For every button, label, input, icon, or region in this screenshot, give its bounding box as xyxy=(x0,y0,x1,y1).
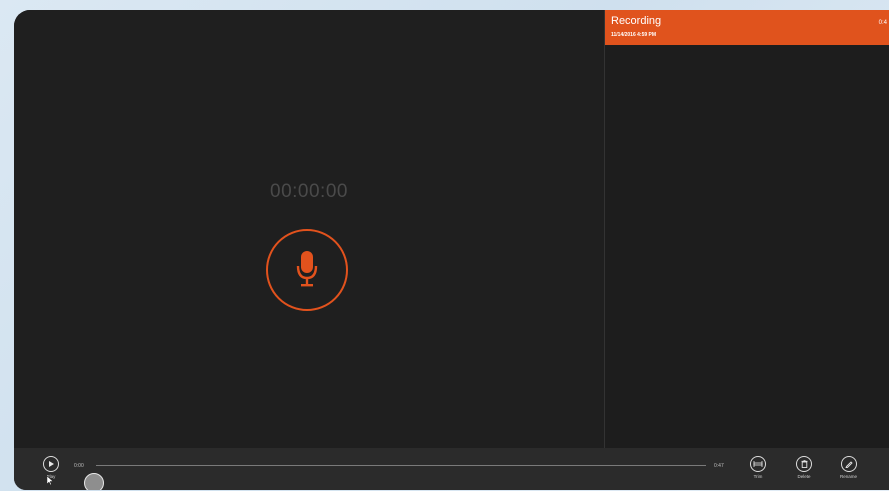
rename-button[interactable]: Rename xyxy=(840,456,857,479)
recording-timer: 00:00:00 xyxy=(270,181,348,202)
recording-duration: 0:4 xyxy=(878,20,887,26)
rename-icon xyxy=(840,456,857,472)
recording-date: 11/14/2016 4:59 PM xyxy=(611,32,657,38)
trim-icon xyxy=(750,456,766,472)
trim-button[interactable]: Trim xyxy=(750,456,766,479)
recording-list-item[interactable]: Recording 11/14/2016 4:59 PM 0:4 xyxy=(605,10,889,45)
recording-title: Recording xyxy=(611,15,662,27)
recordings-list: Recording 11/14/2016 4:59 PM 0:4 xyxy=(605,10,889,448)
seek-bar[interactable] xyxy=(96,465,706,466)
trim-label: Trim xyxy=(753,474,763,479)
current-time: 0:00 xyxy=(74,463,84,469)
recorder-pane: 00:00:00 xyxy=(14,10,604,448)
delete-button[interactable]: Delete xyxy=(796,456,812,479)
app-bar: Play 0:00 0:47 Trim Delete Rename xyxy=(14,448,889,490)
microphone-icon xyxy=(296,251,318,287)
delete-label: Delete xyxy=(797,474,811,479)
delete-icon xyxy=(796,456,812,472)
record-button[interactable] xyxy=(266,229,348,311)
sound-recorder-window: 00:00:00 Recording 11/14/2016 4:59 PM 0:… xyxy=(14,10,889,490)
total-time: 0:47 xyxy=(714,463,724,469)
mouse-cursor-icon xyxy=(47,476,53,485)
rename-label: Rename xyxy=(840,474,858,479)
seek-thumb[interactable] xyxy=(84,473,104,490)
play-icon xyxy=(43,456,59,472)
